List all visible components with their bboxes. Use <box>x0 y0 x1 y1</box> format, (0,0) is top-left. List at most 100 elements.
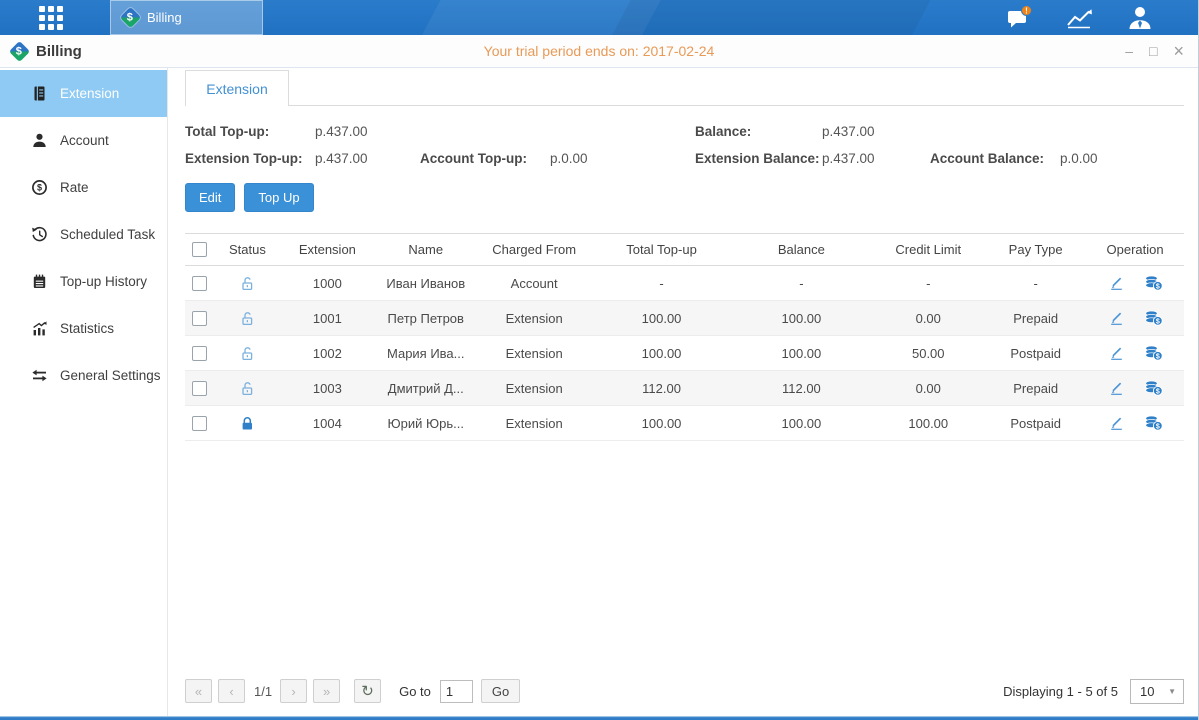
close-button[interactable]: × <box>1173 42 1184 60</box>
main-content: Extension Total Top-up: p.437.00 Balance… <box>168 68 1198 716</box>
cell-pay-type: Prepaid <box>985 381 1086 396</box>
user-account-button[interactable] <box>1124 6 1156 30</box>
column-header-pay-type: Pay Type <box>985 242 1086 257</box>
operation-cell: $ <box>1086 415 1184 431</box>
edit-icon[interactable] <box>1108 275 1125 291</box>
operation-cell: $ <box>1086 310 1184 326</box>
person-icon <box>1127 5 1153 30</box>
svg-text:!: ! <box>1025 6 1028 15</box>
cell-total-topup: 112.00 <box>592 381 732 396</box>
sidebar-item-extension[interactable]: Extension <box>0 70 167 117</box>
status-cell <box>215 275 280 292</box>
first-page-button[interactable]: « <box>185 679 212 703</box>
cell-charged-from: Extension <box>477 381 592 396</box>
statistics-monitor-button[interactable] <box>1064 6 1096 30</box>
desktop-topbar: $ Billing ! <box>0 0 1198 35</box>
column-header-name: Name <box>375 242 477 257</box>
go-button[interactable]: Go <box>481 679 520 703</box>
last-page-button[interactable]: » <box>313 679 340 703</box>
top-up-button[interactable]: Top Up <box>244 183 313 212</box>
edit-icon[interactable] <box>1108 310 1125 326</box>
topup-icon[interactable]: $ <box>1144 310 1163 326</box>
row-checkbox[interactable] <box>192 381 207 396</box>
sidebar-item-topup-history[interactable]: Top-up History <box>0 258 167 305</box>
cell-balance: 100.00 <box>731 311 871 326</box>
lock-open-icon <box>239 310 256 327</box>
goto-label: Go to <box>399 684 431 699</box>
notifications-button[interactable]: ! <box>1004 6 1036 30</box>
cell-credit-limit: 100.00 <box>871 416 985 431</box>
line-chart-icon <box>1066 7 1094 29</box>
pagination-bar: « ‹ 1/1 › » ↻ Go to Go Displaying 1 - 5 … <box>185 672 1184 716</box>
extension-topup-label: Extension Top-up: <box>185 151 315 166</box>
svg-text:$: $ <box>1155 318 1159 325</box>
sidebar-item-label: General Settings <box>60 368 161 383</box>
extension-balance-value: p.437.00 <box>822 151 930 166</box>
sidebar-item-general-settings[interactable]: General Settings <box>0 352 167 399</box>
sidebar-item-label: Statistics <box>60 321 114 336</box>
svg-text:$: $ <box>1155 423 1159 430</box>
prev-page-button[interactable]: ‹ <box>218 679 245 703</box>
cell-balance: 100.00 <box>731 416 871 431</box>
sidebar-item-scheduled-task[interactable]: Scheduled Task <box>0 211 167 258</box>
column-header-charged-from: Charged From <box>477 242 592 257</box>
window-title: Billing <box>36 43 82 60</box>
cell-extension: 1003 <box>280 381 375 396</box>
cell-total-topup: - <box>592 276 732 291</box>
app-launcher-icon[interactable] <box>34 5 68 31</box>
ledger-icon <box>31 85 48 102</box>
person-icon <box>31 132 48 149</box>
total-topup-label: Total Top-up: <box>185 124 315 139</box>
row-checkbox[interactable] <box>192 276 207 291</box>
edit-icon[interactable] <box>1108 345 1125 361</box>
row-checkbox[interactable] <box>192 346 207 361</box>
table-header: Status Extension Name Charged From Total… <box>185 233 1184 266</box>
lock-open-icon <box>239 380 256 397</box>
taskbar-item-billing[interactable]: $ Billing <box>110 0 263 35</box>
cell-credit-limit: 0.00 <box>871 311 985 326</box>
topup-icon[interactable]: $ <box>1144 345 1163 361</box>
next-page-button[interactable]: › <box>280 679 307 703</box>
status-cell <box>215 380 280 397</box>
topup-icon[interactable]: $ <box>1144 275 1163 291</box>
refresh-button[interactable]: ↻ <box>354 679 381 703</box>
status-cell <box>215 415 280 432</box>
sidebar-item-rate[interactable]: $ Rate <box>0 164 167 211</box>
page-size-select[interactable]: 10 ▼ <box>1130 679 1184 704</box>
operation-cell: $ <box>1086 275 1184 291</box>
tab-extension[interactable]: Extension <box>185 70 289 106</box>
edit-button[interactable]: Edit <box>185 183 235 212</box>
dollar-circle-icon: $ <box>31 179 48 196</box>
row-checkbox[interactable] <box>192 311 207 326</box>
edit-icon[interactable] <box>1108 380 1125 396</box>
select-all-checkbox[interactable] <box>192 242 207 257</box>
topup-icon[interactable]: $ <box>1144 380 1163 396</box>
maximize-button[interactable]: □ <box>1149 44 1157 58</box>
cell-name: Петр Петров <box>375 311 477 326</box>
column-header-extension: Extension <box>280 242 375 257</box>
svg-text:$: $ <box>1155 388 1159 395</box>
topup-icon[interactable]: $ <box>1144 415 1163 431</box>
sidebar-item-account[interactable]: Account <box>0 117 167 164</box>
billing-app-icon: $ <box>120 7 141 28</box>
sidebar-item-statistics[interactable]: Statistics <box>0 305 167 352</box>
edit-icon[interactable] <box>1108 415 1125 431</box>
goto-page-input[interactable] <box>440 680 473 703</box>
window-bottom-border <box>0 716 1198 720</box>
row-checkbox[interactable] <box>192 416 207 431</box>
table-row: 1003Дмитрий Д...Extension112.00112.000.0… <box>185 371 1184 406</box>
trial-notice: Your trial period ends on: 2017-02-24 <box>484 43 715 59</box>
lock-open-icon <box>239 345 256 362</box>
taskbar-item-label: Billing <box>147 10 182 25</box>
cell-charged-from: Extension <box>477 416 592 431</box>
account-balance-value: p.0.00 <box>1060 151 1184 166</box>
page-indicator: 1/1 <box>254 684 272 699</box>
minimize-button[interactable]: – <box>1125 44 1133 58</box>
sidebar-item-label: Top-up History <box>60 274 147 289</box>
column-header-balance: Balance <box>731 242 871 257</box>
dropdown-arrow-icon: ▼ <box>1168 687 1176 696</box>
sidebar-item-label: Extension <box>60 86 119 101</box>
account-balance-label: Account Balance: <box>930 151 1060 166</box>
cell-credit-limit: 0.00 <box>871 381 985 396</box>
account-topup-value: p.0.00 <box>550 151 695 166</box>
